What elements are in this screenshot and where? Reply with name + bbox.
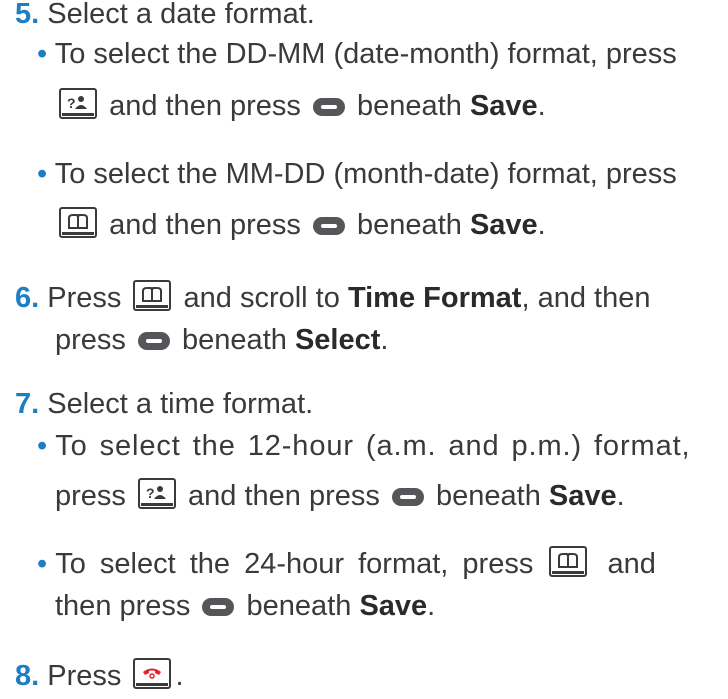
- step-text: and scroll to: [183, 282, 340, 314]
- star-key-icon: ?: [137, 478, 176, 509]
- punctuation: .: [616, 480, 625, 512]
- bullet: •: [37, 158, 48, 190]
- bullet-text: and then press: [109, 209, 301, 241]
- svg-text:?: ?: [67, 95, 76, 111]
- bullet-text: and then press: [109, 90, 301, 122]
- save-label: Save: [469, 209, 538, 241]
- soft-key-icon: [391, 488, 424, 506]
- bullet-date-mmdd-line2: and then press beneath Save.: [55, 205, 546, 245]
- step-text: press: [55, 324, 126, 356]
- step-text: Select a time format.: [47, 388, 314, 420]
- step-number: 5.: [15, 0, 40, 30]
- save-label: Save: [359, 590, 428, 622]
- bullet-time-24h-line2: then press beneath Save.: [55, 586, 435, 626]
- step-8: 8. Press .: [15, 656, 184, 696]
- step-text: Select a date format.: [47, 0, 315, 30]
- bullet-date-ddmm-line2: ? and then press beneath Save.: [55, 86, 546, 126]
- step-number: 7.: [15, 388, 40, 420]
- bullet-time-12h-line1: • To select the 12-hour (a.m. and p.m.) …: [37, 426, 691, 466]
- soft-key-icon: [202, 598, 235, 616]
- bullet-text: then press: [55, 590, 191, 622]
- punctuation: .: [537, 209, 546, 241]
- save-label: Save: [548, 480, 617, 512]
- punctuation: .: [175, 660, 184, 692]
- bullet: •: [37, 38, 48, 70]
- soft-key-icon: [137, 332, 170, 350]
- punctuation: .: [427, 590, 436, 622]
- phonebook-key-icon: [59, 207, 97, 238]
- step-6-line2: press beneath Select.: [55, 320, 388, 360]
- select-label: Select: [294, 324, 381, 356]
- step-6-line1: 6. Press and scroll to Time Format, and …: [15, 278, 650, 318]
- bullet-text: beneath: [357, 90, 462, 122]
- bullet-text: press: [55, 480, 126, 512]
- step-7: 7. Select a time format.: [15, 384, 313, 424]
- bullet-time-24h-line1: • To select the 24-hour format, press an…: [37, 544, 656, 584]
- svg-text:?: ?: [146, 485, 155, 501]
- bullet-text: To select the MM-DD (month-date) format,…: [54, 158, 677, 190]
- soft-key-icon: [312, 217, 345, 235]
- bullet: •: [37, 430, 48, 462]
- bullet-text: and then press: [188, 480, 380, 512]
- phonebook-key-icon: [549, 546, 588, 577]
- punctuation: .: [380, 324, 389, 356]
- step-text: Press: [47, 660, 122, 692]
- bullet-time-12h-line2: press ? and then press beneath Save.: [55, 476, 625, 516]
- bullet-text: beneath: [246, 590, 352, 622]
- bullet-text: beneath: [357, 209, 462, 241]
- phonebook-key-icon: [133, 280, 172, 311]
- star-key-icon: ?: [59, 88, 97, 119]
- step-text: beneath: [182, 324, 287, 356]
- step-text: , and then: [521, 282, 651, 314]
- step-text: Press: [47, 282, 122, 314]
- bullet-text: To select the 24-hour format, press: [55, 548, 534, 580]
- bullet: •: [37, 548, 48, 580]
- end-call-key-icon: [133, 658, 172, 689]
- step-number: 6.: [15, 282, 40, 314]
- step-5: 5. Select a date format.: [15, 0, 315, 34]
- bullet-text: beneath: [436, 480, 541, 512]
- bullet-text: To select the DD-MM (date-month) format,…: [54, 38, 677, 70]
- step-number: 8.: [15, 660, 40, 692]
- punctuation: .: [537, 90, 546, 122]
- save-label: Save: [469, 90, 538, 122]
- soft-key-icon: [312, 98, 345, 116]
- manual-page: 5. Select a date format. • To select the…: [0, 0, 728, 699]
- bullet-date-ddmm-line1: • To select the DD-MM (date-month) forma…: [37, 34, 677, 74]
- bullet-text: To select the 12-hour (a.m. and p.m.) fo…: [55, 430, 691, 462]
- bullet-date-mmdd-line1: • To select the MM-DD (month-date) forma…: [37, 154, 677, 194]
- bullet-text: and: [607, 548, 656, 580]
- time-format-label: Time Format: [347, 282, 522, 314]
